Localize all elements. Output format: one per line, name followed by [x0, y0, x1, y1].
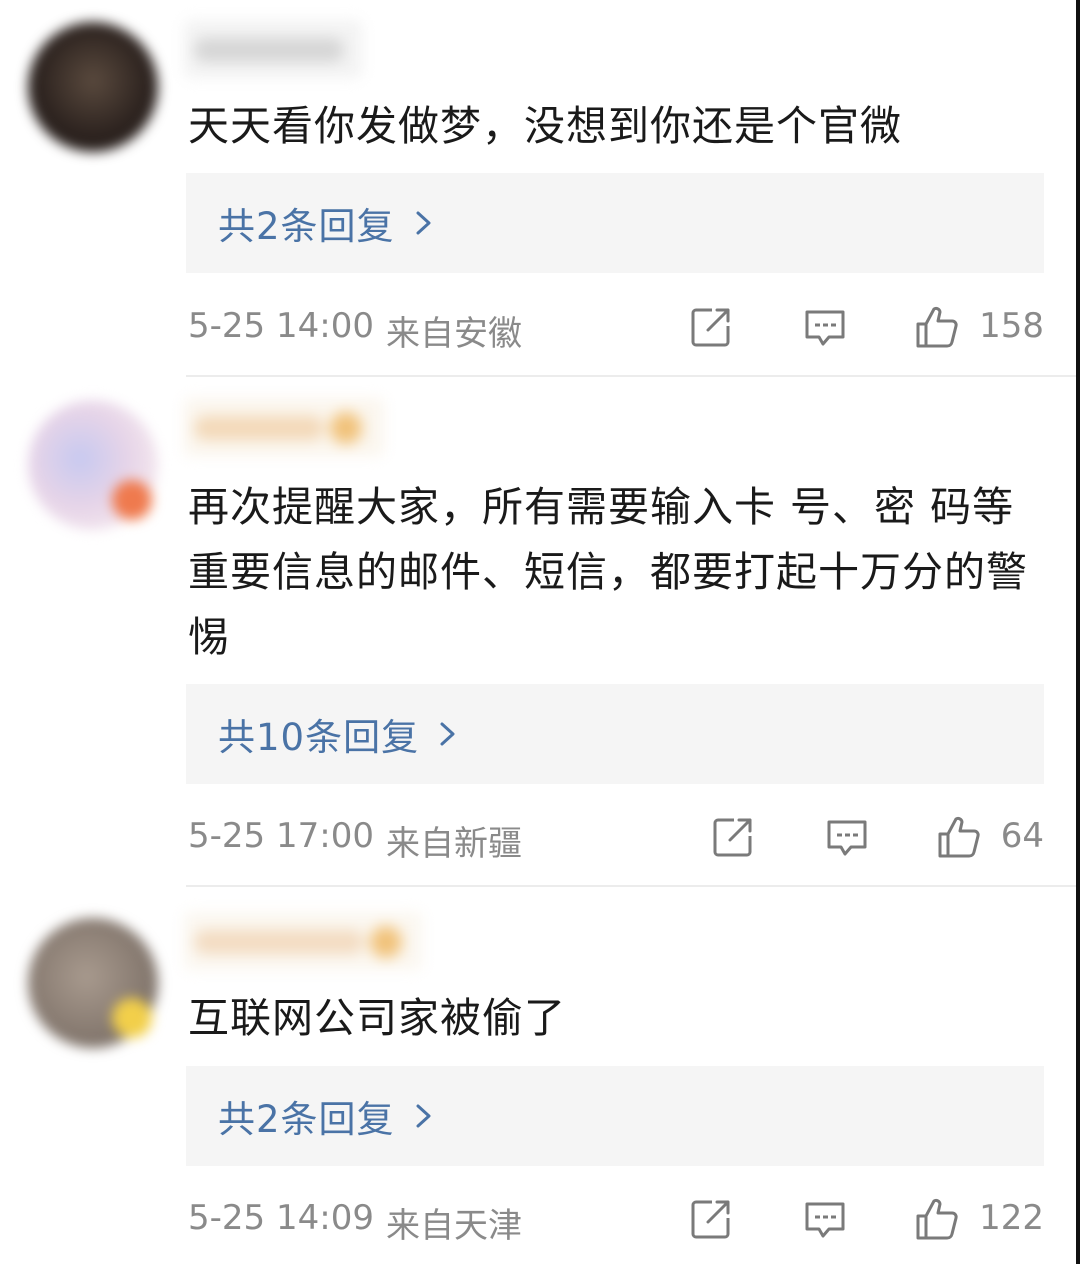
chevron-right-icon	[416, 211, 431, 235]
comment-text: 互联网公司家被偷了	[188, 994, 566, 1042]
comment-text: 再次提醒大家，所有需要输入卡 号、密 码等重要信息的邮件、短信，都要打起十万分的…	[188, 483, 1028, 661]
location: 来自天津	[386, 1206, 522, 1246]
comment-icon[interactable]	[824, 814, 870, 860]
divider	[186, 375, 1076, 377]
avatar[interactable]	[28, 918, 158, 1048]
username-blurred[interactable]	[184, 912, 422, 970]
chevron-right-icon	[440, 722, 455, 746]
replies-label: 共2条回复	[218, 205, 395, 248]
share-icon[interactable]	[710, 814, 756, 860]
comment-icon[interactable]	[802, 304, 848, 350]
like-count: 158	[979, 306, 1044, 346]
replies-label: 共2条回复	[218, 1098, 395, 1141]
username-blurred[interactable]	[184, 20, 362, 78]
location: 来自安徽	[386, 314, 522, 354]
avatar[interactable]	[28, 400, 158, 530]
like-icon[interactable]	[914, 1196, 960, 1242]
comment-meta: 5-25 14:09 来自天津 122	[188, 1194, 1044, 1250]
timestamp: 5-25 14:09	[188, 1198, 374, 1238]
replies-label: 共10条回复	[218, 716, 420, 759]
replies-button[interactable]: 共2条回复	[186, 173, 1044, 273]
comment-list: 天天看你发做梦，没想到你还是个官微 共2条回复 5-25 14:00 来自安徽	[0, 0, 1080, 1264]
replies-button[interactable]: 共10条回复	[186, 684, 1044, 784]
like-icon[interactable]	[914, 304, 960, 350]
share-icon[interactable]	[688, 1196, 734, 1242]
divider	[186, 885, 1076, 887]
like-count: 64	[1000, 816, 1044, 856]
timestamp: 5-25 14:00	[188, 306, 374, 346]
username-blurred[interactable]	[184, 398, 384, 456]
timestamp: 5-25 17:00	[188, 816, 374, 856]
comment-icon[interactable]	[802, 1196, 848, 1242]
comment-text: 天天看你发做梦，没想到你还是个官微	[188, 102, 902, 150]
chevron-right-icon	[416, 1104, 431, 1128]
like-count: 122	[979, 1198, 1044, 1238]
location: 来自新疆	[386, 824, 522, 864]
like-icon[interactable]	[936, 814, 982, 860]
replies-button[interactable]: 共2条回复	[186, 1066, 1044, 1166]
comment-meta: 5-25 14:00 来自安徽 158	[188, 302, 1044, 358]
comment-meta: 5-25 17:00 来自新疆 64	[188, 812, 1044, 868]
share-icon[interactable]	[688, 304, 734, 350]
avatar[interactable]	[28, 22, 158, 152]
